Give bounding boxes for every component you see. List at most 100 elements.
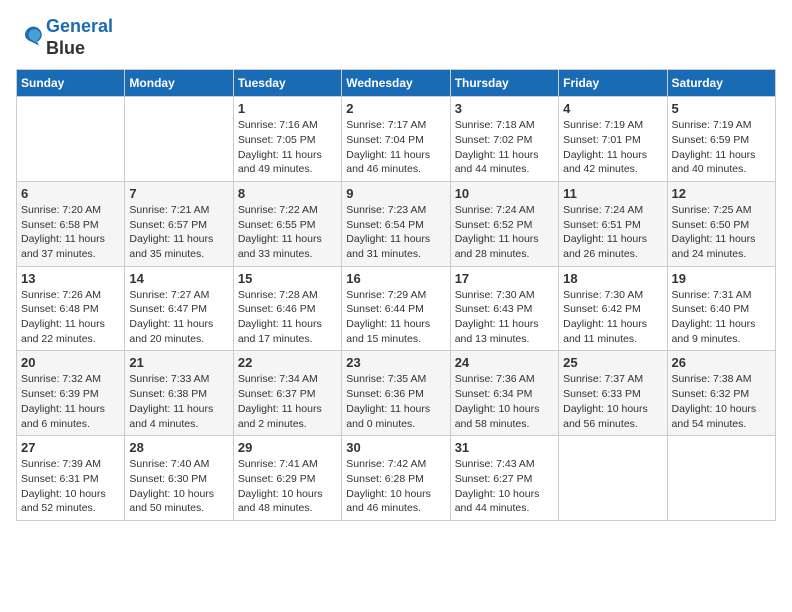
day-cell: 18 Sunrise: 7:30 AMSunset: 6:42 PMDayligh… — [559, 266, 667, 351]
day-info: Sunrise: 7:31 AMSunset: 6:40 PMDaylight:… — [672, 288, 771, 347]
day-cell: 11 Sunrise: 7:24 AMSunset: 6:51 PMDayligh… — [559, 181, 667, 266]
day-cell — [125, 97, 233, 182]
day-number: 13 — [21, 271, 120, 286]
header-tuesday: Tuesday — [233, 70, 341, 97]
day-number: 11 — [563, 186, 662, 201]
day-info: Sunrise: 7:43 AMSunset: 6:27 PMDaylight:… — [455, 457, 554, 516]
day-number: 8 — [238, 186, 337, 201]
week-row-4: 20 Sunrise: 7:32 AMSunset: 6:39 PMDayligh… — [17, 351, 776, 436]
day-number: 17 — [455, 271, 554, 286]
day-info: Sunrise: 7:29 AMSunset: 6:44 PMDaylight:… — [346, 288, 445, 347]
day-number: 26 — [672, 355, 771, 370]
header-wednesday: Wednesday — [342, 70, 450, 97]
day-info: Sunrise: 7:28 AMSunset: 6:46 PMDaylight:… — [238, 288, 337, 347]
day-cell: 27Sunrise: 7:39 AMSunset: 6:31 PMDayligh… — [17, 436, 125, 521]
day-info: Sunrise: 7:42 AMSunset: 6:28 PMDaylight:… — [346, 457, 445, 516]
day-cell: 7 Sunrise: 7:21 AMSunset: 6:57 PMDaylight… — [125, 181, 233, 266]
day-cell: 20 Sunrise: 7:32 AMSunset: 6:39 PMDayligh… — [17, 351, 125, 436]
day-cell: 12 Sunrise: 7:25 AMSunset: 6:50 PMDayligh… — [667, 181, 775, 266]
day-number: 28 — [129, 440, 228, 455]
day-info: Sunrise: 7:30 AMSunset: 6:42 PMDaylight:… — [563, 288, 662, 347]
header-row: SundayMondayTuesdayWednesdayThursdayFrid… — [17, 70, 776, 97]
day-info: Sunrise: 7:39 AMSunset: 6:31 PMDaylight:… — [21, 457, 120, 516]
day-number: 7 — [129, 186, 228, 201]
day-info: Sunrise: 7:35 AMSunset: 6:36 PMDaylight:… — [346, 372, 445, 431]
day-info: Sunrise: 7:16 AMSunset: 7:05 PMDaylight:… — [238, 118, 337, 177]
day-info: Sunrise: 7:19 AMSunset: 7:01 PMDaylight:… — [563, 118, 662, 177]
day-number: 29 — [238, 440, 337, 455]
week-row-1: 1 Sunrise: 7:16 AMSunset: 7:05 PMDaylight… — [17, 97, 776, 182]
day-info: Sunrise: 7:36 AMSunset: 6:34 PMDaylight:… — [455, 372, 554, 431]
day-cell: 8 Sunrise: 7:22 AMSunset: 6:55 PMDaylight… — [233, 181, 341, 266]
day-number: 22 — [238, 355, 337, 370]
day-number: 6 — [21, 186, 120, 201]
day-number: 31 — [455, 440, 554, 455]
day-cell: 14 Sunrise: 7:27 AMSunset: 6:47 PMDayligh… — [125, 266, 233, 351]
day-number: 18 — [563, 271, 662, 286]
day-number: 2 — [346, 101, 445, 116]
logo-icon — [18, 21, 46, 49]
day-cell: 28 Sunrise: 7:40 AMSunset: 6:30 PMDayligh… — [125, 436, 233, 521]
day-info: Sunrise: 7:37 AMSunset: 6:33 PMDaylight:… — [563, 372, 662, 431]
day-cell: 15Sunrise: 7:28 AMSunset: 6:46 PMDayligh… — [233, 266, 341, 351]
day-info: Sunrise: 7:38 AMSunset: 6:32 PMDaylight:… — [672, 372, 771, 431]
day-number: 4 — [563, 101, 662, 116]
day-cell: 6 Sunrise: 7:20 AMSunset: 6:58 PMDaylight… — [17, 181, 125, 266]
day-cell: 4 Sunrise: 7:19 AMSunset: 7:01 PMDaylight… — [559, 97, 667, 182]
day-cell: 23 Sunrise: 7:35 AMSunset: 6:36 PMDayligh… — [342, 351, 450, 436]
page-header: General Blue — [16, 16, 776, 59]
day-info: Sunrise: 7:26 AMSunset: 6:48 PMDaylight:… — [21, 288, 120, 347]
week-row-5: 27Sunrise: 7:39 AMSunset: 6:31 PMDayligh… — [17, 436, 776, 521]
day-number: 25 — [563, 355, 662, 370]
header-monday: Monday — [125, 70, 233, 97]
day-cell: 30 Sunrise: 7:42 AMSunset: 6:28 PMDayligh… — [342, 436, 450, 521]
day-info: Sunrise: 7:23 AMSunset: 6:54 PMDaylight:… — [346, 203, 445, 262]
day-info: Sunrise: 7:41 AMSunset: 6:29 PMDaylight:… — [238, 457, 337, 516]
day-cell: 22Sunrise: 7:34 AMSunset: 6:37 PMDayligh… — [233, 351, 341, 436]
day-number: 9 — [346, 186, 445, 201]
day-cell: 29 Sunrise: 7:41 AMSunset: 6:29 PMDayligh… — [233, 436, 341, 521]
day-cell — [559, 436, 667, 521]
day-number: 19 — [672, 271, 771, 286]
day-cell: 25 Sunrise: 7:37 AMSunset: 6:33 PMDayligh… — [559, 351, 667, 436]
day-cell — [667, 436, 775, 521]
day-number: 14 — [129, 271, 228, 286]
day-info: Sunrise: 7:17 AMSunset: 7:04 PMDaylight:… — [346, 118, 445, 177]
day-info: Sunrise: 7:32 AMSunset: 6:39 PMDaylight:… — [21, 372, 120, 431]
day-number: 16 — [346, 271, 445, 286]
day-info: Sunrise: 7:21 AMSunset: 6:57 PMDaylight:… — [129, 203, 228, 262]
day-number: 1 — [238, 101, 337, 116]
day-cell: 10 Sunrise: 7:24 AMSunset: 6:52 PMDayligh… — [450, 181, 558, 266]
logo-text: General Blue — [46, 16, 113, 59]
day-info: Sunrise: 7:40 AMSunset: 6:30 PMDaylight:… — [129, 457, 228, 516]
day-cell: 9 Sunrise: 7:23 AMSunset: 6:54 PMDaylight… — [342, 181, 450, 266]
day-info: Sunrise: 7:24 AMSunset: 6:51 PMDaylight:… — [563, 203, 662, 262]
day-number: 24 — [455, 355, 554, 370]
day-info: Sunrise: 7:25 AMSunset: 6:50 PMDaylight:… — [672, 203, 771, 262]
day-number: 5 — [672, 101, 771, 116]
day-info: Sunrise: 7:24 AMSunset: 6:52 PMDaylight:… — [455, 203, 554, 262]
day-number: 3 — [455, 101, 554, 116]
day-info: Sunrise: 7:22 AMSunset: 6:55 PMDaylight:… — [238, 203, 337, 262]
day-info: Sunrise: 7:18 AMSunset: 7:02 PMDaylight:… — [455, 118, 554, 177]
day-number: 23 — [346, 355, 445, 370]
day-info: Sunrise: 7:19 AMSunset: 6:59 PMDaylight:… — [672, 118, 771, 177]
day-cell: 21Sunrise: 7:33 AMSunset: 6:38 PMDayligh… — [125, 351, 233, 436]
day-info: Sunrise: 7:27 AMSunset: 6:47 PMDaylight:… — [129, 288, 228, 347]
day-cell: 24 Sunrise: 7:36 AMSunset: 6:34 PMDayligh… — [450, 351, 558, 436]
header-saturday: Saturday — [667, 70, 775, 97]
day-number: 12 — [672, 186, 771, 201]
header-sunday: Sunday — [17, 70, 125, 97]
day-info: Sunrise: 7:30 AMSunset: 6:43 PMDaylight:… — [455, 288, 554, 347]
day-number: 21 — [129, 355, 228, 370]
header-friday: Friday — [559, 70, 667, 97]
day-cell: 19 Sunrise: 7:31 AMSunset: 6:40 PMDayligh… — [667, 266, 775, 351]
day-cell: 17 Sunrise: 7:30 AMSunset: 6:43 PMDayligh… — [450, 266, 558, 351]
day-number: 30 — [346, 440, 445, 455]
day-cell: 5 Sunrise: 7:19 AMSunset: 6:59 PMDaylight… — [667, 97, 775, 182]
day-cell: 26 Sunrise: 7:38 AMSunset: 6:32 PMDayligh… — [667, 351, 775, 436]
week-row-3: 13 Sunrise: 7:26 AMSunset: 6:48 PMDayligh… — [17, 266, 776, 351]
day-number: 10 — [455, 186, 554, 201]
day-info: Sunrise: 7:20 AMSunset: 6:58 PMDaylight:… — [21, 203, 120, 262]
day-number: 20 — [21, 355, 120, 370]
